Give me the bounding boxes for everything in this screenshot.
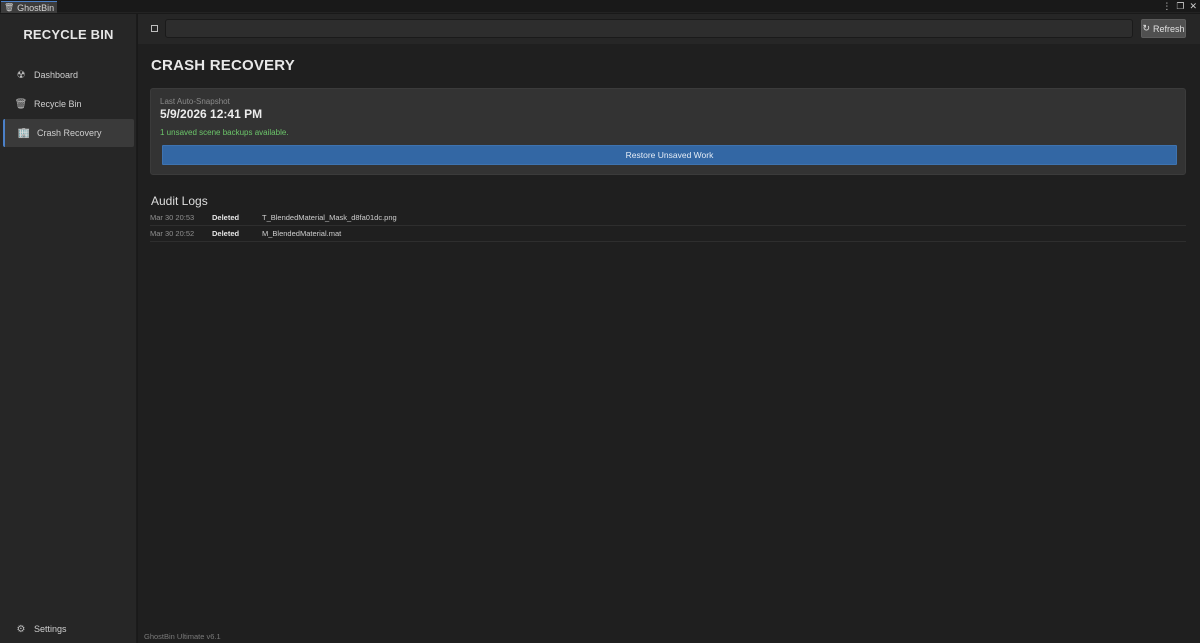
log-file: T_BlendedMaterial_Mask_d8fa01dc.png xyxy=(262,213,397,222)
log-file: M_BlendedMaterial.mat xyxy=(262,229,342,238)
trash-icon: 🗑 xyxy=(14,98,28,110)
log-time: Mar 30 20:52 xyxy=(150,229,195,238)
log-time: Mar 30 20:53 xyxy=(150,213,195,222)
maximize-icon[interactable]: ❐ xyxy=(1176,1,1184,12)
sidebar-title: RECYCLE BIN xyxy=(23,27,114,42)
close-icon[interactable]: ✕ xyxy=(1189,1,1197,12)
table-row: Mar 30 20:52 Deleted M_BlendedMaterial.m… xyxy=(150,226,1186,242)
more-options-icon[interactable]: ⋮ xyxy=(1162,1,1171,12)
toolbar: ↻ Refresh xyxy=(138,14,1200,44)
sidebar-item-label: Dashboard xyxy=(34,70,79,80)
snapshot-card: Last Auto-Snapshot 5/9/2026 12:41 PM 1 u… xyxy=(150,88,1186,175)
snapshot-time: 5/9/2026 12:41 PM xyxy=(160,107,263,121)
restore-unsaved-work-button[interactable]: Restore Unsaved Work xyxy=(162,145,1177,165)
refresh-label: Refresh xyxy=(1153,23,1185,34)
building-icon: 🏢 xyxy=(17,127,31,139)
sidebar-item-recycle-bin[interactable]: 🗑 Recycle Bin xyxy=(3,90,134,118)
snapshot-status: 1 unsaved scene backups available. xyxy=(160,128,289,137)
radiation-icon: ☢ xyxy=(16,69,26,81)
sidebar-item-dashboard[interactable]: ☢ Dashboard xyxy=(3,61,134,89)
snapshot-label: Last Auto-Snapshot xyxy=(160,97,230,106)
window-tab-strip: 🗑 GhostBin ⋮ ❐ ✕ xyxy=(0,0,1200,13)
sidebar-item-label: Recycle Bin xyxy=(34,99,82,109)
log-action: Deleted xyxy=(212,213,240,222)
version-label: GhostBin Ultimate v6.1 xyxy=(144,632,221,641)
gear-icon: ⚙ xyxy=(16,623,26,635)
page-title: CRASH RECOVERY xyxy=(151,57,295,74)
window-controls: ⋮ ❐ ✕ xyxy=(1162,0,1197,12)
sidebar-item-label: Crash Recovery xyxy=(37,128,102,138)
refresh-icon: ↻ xyxy=(1142,23,1151,33)
sidebar-item-crash-recovery[interactable]: 🏢 Crash Recovery xyxy=(3,119,134,147)
sidebar-item-label: Settings xyxy=(34,624,67,634)
trash-icon: 🗑 xyxy=(4,3,15,12)
sidebar: RECYCLE BIN ☢ Dashboard 🗑 Recycle Bin 🏢 … xyxy=(0,14,137,643)
select-all-checkbox[interactable] xyxy=(151,25,158,32)
window-tab-label: GhostBin xyxy=(17,2,55,13)
table-row: Mar 30 20:53 Deleted T_BlendedMaterial_M… xyxy=(150,210,1186,226)
log-action: Deleted xyxy=(212,229,240,238)
main-panel: ↻ Refresh CRASH RECOVERY Last Auto-Snaps… xyxy=(138,14,1200,643)
search-input[interactable] xyxy=(165,19,1133,38)
refresh-button[interactable]: ↻ Refresh xyxy=(1141,19,1186,38)
sidebar-item-settings[interactable]: ⚙ Settings xyxy=(3,616,134,642)
audit-logs-title: Audit Logs xyxy=(151,194,208,208)
window-tab[interactable]: 🗑 GhostBin xyxy=(1,1,57,13)
